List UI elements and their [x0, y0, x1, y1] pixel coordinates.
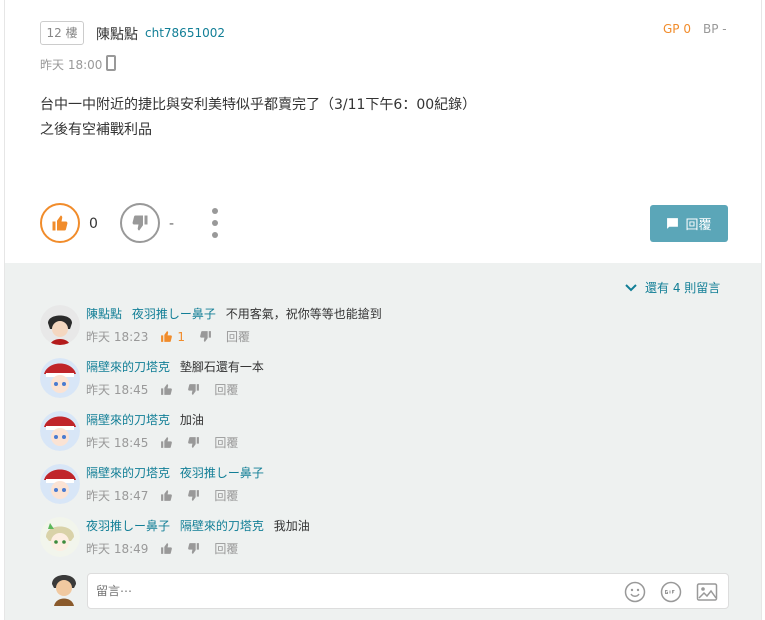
emoji-icon[interactable]: [624, 581, 646, 603]
comment-item: 陳點點 夜羽推しー鼻子 不用客氣，祝你等等也能搶到 昨天 18:23 1 回覆: [40, 305, 740, 353]
gp-score: GP 0: [663, 22, 691, 36]
dislike-button[interactable]: [120, 203, 160, 243]
thumbs-up-icon: [161, 490, 173, 501]
mobile-icon: [106, 55, 116, 71]
content-line: 台中一中附近的捷比與安利美特似乎都賣完了（3/11下午6：00紀錄）: [40, 97, 477, 113]
image-icon[interactable]: [696, 582, 718, 602]
avatar[interactable]: [40, 411, 80, 451]
comment-author[interactable]: 夜羽推しー鼻子: [86, 519, 170, 533]
comment-reply-link[interactable]: 回覆: [214, 381, 238, 398]
thumbs-up-icon: [161, 437, 173, 448]
comment-reply-link[interactable]: 回覆: [214, 540, 238, 557]
comment-item: 隔壁來的刀塔克 夜羽推しー鼻子 昨天 18:47 回覆: [40, 464, 740, 512]
comment-text: 不用客氣，祝你等等也能搶到: [225, 307, 382, 321]
thumbs-down-icon: [132, 215, 148, 231]
post-card: 12 樓 陳點點 cht78651002 GP 0 BP - 昨天 18:00 …: [4, 0, 762, 263]
comment-author[interactable]: 隔壁來的刀塔克: [86, 413, 170, 427]
post-time: 昨天 18:00: [40, 58, 103, 72]
comment-like-button[interactable]: [160, 383, 173, 396]
comment-input-row: [40, 568, 740, 609]
reply-button-label: 回覆: [685, 218, 712, 233]
comment-text: 加油: [179, 413, 204, 427]
comment-text: 我加油: [273, 519, 310, 533]
comment-mention[interactable]: 夜羽推しー鼻子: [132, 307, 216, 321]
comment-item: 隔壁來的刀塔克 加油 昨天 18:45 回覆: [40, 411, 740, 459]
comment-time: 昨天 18:45: [86, 436, 149, 450]
comment-like-button[interactable]: [160, 542, 173, 555]
thumbs-down-icon: [188, 543, 200, 554]
comment-reply-link[interactable]: 回覆: [214, 434, 238, 451]
author-id[interactable]: cht78651002: [145, 26, 225, 40]
comment-author[interactable]: 陳點點: [86, 307, 122, 321]
comment-author[interactable]: 隔壁來的刀塔克: [86, 466, 170, 480]
thumbs-down-icon: [200, 331, 211, 342]
comment-dislike-button[interactable]: [187, 383, 200, 396]
comment-item: 隔壁來的刀塔克 墊腳石還有一本 昨天 18:45 回覆: [40, 358, 740, 406]
post-content: 台中一中附近的捷比與安利美特似乎都賣完了（3/11下午6：00紀錄） 之後有空補…: [40, 93, 476, 143]
avatar[interactable]: [40, 305, 80, 345]
content-line: 之後有空補戰利品: [40, 122, 152, 138]
comment-text: 墊腳石還有一本: [179, 360, 264, 374]
comment-reply-link[interactable]: 回覆: [214, 487, 238, 504]
dislike-count: -: [169, 216, 175, 232]
comment-like-button[interactable]: [160, 489, 173, 502]
reply-button[interactable]: 回覆: [650, 205, 728, 242]
comment-dislike-button[interactable]: [199, 330, 212, 343]
thumbs-up-icon: [161, 331, 173, 342]
thumbs-down-icon: [188, 490, 200, 501]
more-options-icon[interactable]: [209, 208, 221, 238]
comment-mention[interactable]: 夜羽推しー鼻子: [180, 466, 264, 480]
comments-section: 還有 4 則留言 陳點點 夜羽推しー鼻子 不用客氣，祝你等等也能搶到 昨天 18…: [4, 263, 762, 620]
comment-like-button[interactable]: 1: [160, 330, 185, 344]
comment-like-count: 1: [177, 329, 186, 344]
comment-item: 夜羽推しー鼻子 隔壁來的刀塔克 我加油 昨天 18:49 回覆: [40, 517, 740, 565]
chevron-down-icon: [625, 283, 637, 291]
like-button[interactable]: [40, 203, 80, 243]
comment-time: 昨天 18:45: [86, 383, 149, 397]
comment-input[interactable]: [88, 574, 608, 608]
comment-dislike-button[interactable]: [187, 436, 200, 449]
comment-like-button[interactable]: [160, 436, 173, 449]
author-name[interactable]: 陳點點: [96, 24, 138, 44]
thumbs-down-icon: [188, 437, 200, 448]
comment-reply-link[interactable]: 回覆: [226, 328, 250, 345]
more-comments-link[interactable]: 還有 4 則留言: [625, 279, 720, 296]
thumbs-up-icon: [161, 543, 173, 554]
like-count: 0: [89, 216, 98, 232]
comment-time: 昨天 18:49: [86, 542, 149, 556]
thumbs-down-icon: [188, 384, 200, 395]
comment-dislike-button[interactable]: [187, 542, 200, 555]
avatar[interactable]: [40, 517, 80, 557]
comment-icon: [667, 218, 679, 229]
comment-dislike-button[interactable]: [187, 489, 200, 502]
more-comments-label: 還有 4 則留言: [645, 281, 721, 295]
avatar: [46, 570, 82, 606]
gif-icon[interactable]: [660, 581, 682, 603]
thumbs-up-icon: [161, 384, 173, 395]
comment-time: 昨天 18:47: [86, 489, 149, 503]
comment-mention[interactable]: 隔壁來的刀塔克: [180, 519, 264, 533]
avatar[interactable]: [40, 358, 80, 398]
thumbs-up-icon: [52, 215, 68, 231]
avatar[interactable]: [40, 464, 80, 504]
bp-score: BP -: [703, 22, 727, 36]
comment-author[interactable]: 隔壁來的刀塔克: [86, 360, 170, 374]
comment-time: 昨天 18:23: [86, 330, 149, 344]
floor-badge[interactable]: 12 樓: [40, 21, 84, 45]
comment-input-box: [87, 573, 729, 609]
